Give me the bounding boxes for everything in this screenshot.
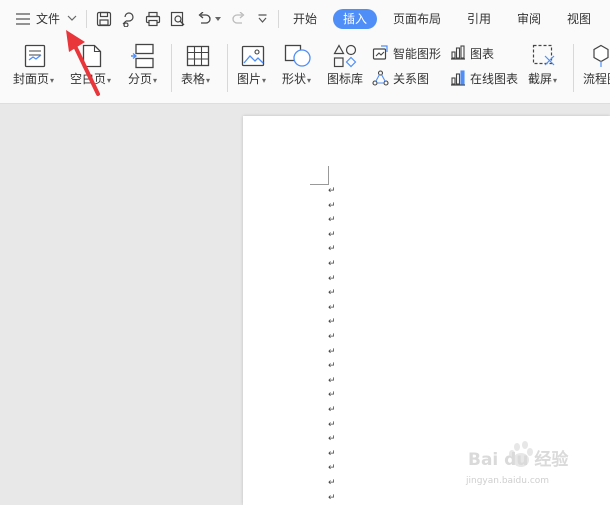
blank-page-dropdown-icon: ▾ — [107, 76, 112, 85]
export-icon[interactable] — [121, 11, 137, 27]
page-break-label: 分页 — [128, 72, 153, 86]
tab-start[interactable]: 开始 — [293, 12, 317, 26]
table-icon[interactable] — [186, 45, 210, 67]
cover-page-label: 封面页 — [13, 72, 50, 86]
watermark-brand: Bai du 经验 — [468, 450, 569, 470]
shape-button[interactable]: 形状▾ — [282, 72, 311, 88]
baidu-watermark: Bai du 经验 jingyan.baidu.com — [462, 436, 602, 496]
margin-corner-mark — [310, 166, 329, 185]
tab-page-layout[interactable]: 页面布局 — [393, 12, 441, 26]
table-button[interactable]: 表格▾ — [181, 72, 210, 88]
picture-button[interactable]: 图片▾ — [237, 72, 266, 88]
relation-chart-button[interactable]: 关系图 — [393, 72, 429, 86]
picture-icon[interactable] — [241, 45, 265, 67]
customize-toolbar-icon[interactable] — [258, 14, 267, 24]
paragraph-mark: ↵ — [328, 273, 336, 284]
page-break-dropdown-icon: ▾ — [153, 76, 158, 85]
screenshot-icon[interactable] — [532, 44, 556, 68]
watermark-url: jingyan.baidu.com — [466, 476, 550, 486]
page-break-icon[interactable] — [131, 43, 155, 69]
paragraph-mark: ↵ — [328, 346, 336, 357]
paragraph-mark: ↵ — [328, 448, 336, 459]
relation-chart-icon[interactable] — [372, 70, 389, 86]
tab-references[interactable]: 引用 — [467, 12, 491, 26]
cover-page-button[interactable]: 封面页▾ — [13, 72, 54, 88]
redo-icon[interactable] — [231, 12, 246, 26]
paragraph-mark: ↵ — [328, 419, 336, 430]
paragraph-mark: ↵ — [328, 186, 336, 196]
screenshot-button[interactable]: 截屏▾ — [528, 72, 557, 88]
paragraph-mark: ↵ — [328, 434, 336, 445]
paragraph-mark: ↵ — [328, 229, 336, 240]
undo-dropdown-icon[interactable] — [215, 17, 221, 21]
page-break-button[interactable]: 分页▾ — [128, 72, 157, 88]
print-icon[interactable] — [145, 11, 161, 27]
save-icon[interactable] — [96, 11, 112, 27]
shape-label: 形状 — [282, 72, 307, 86]
file-menu-label[interactable]: 文件 — [36, 12, 60, 26]
table-label: 表格 — [181, 72, 206, 86]
paragraph-mark: ↵ — [328, 361, 336, 372]
online-chart-icon[interactable] — [450, 70, 466, 86]
paragraph-mark: ↵ — [328, 332, 336, 342]
online-chart-button[interactable]: 在线图表 — [470, 72, 518, 86]
paragraph-mark: ↵ — [328, 302, 336, 313]
paragraph-mark: ↵ — [328, 463, 336, 474]
chart-button[interactable]: 图表 — [470, 47, 494, 61]
smart-art-button[interactable]: 智能图形 — [393, 47, 441, 61]
smart-art-icon[interactable] — [372, 45, 389, 61]
screenshot-label: 截屏 — [528, 72, 553, 86]
paragraph-mark: ↵ — [328, 317, 336, 328]
shape-icon[interactable] — [284, 44, 312, 68]
annotation-arrow-icon — [66, 30, 100, 96]
paragraph-mark: ↵ — [328, 259, 336, 269]
picture-label: 图片 — [237, 72, 262, 86]
icon-library-icon[interactable] — [333, 44, 357, 68]
paragraph-mark: ↵ — [328, 375, 336, 386]
paragraph-mark: ↵ — [328, 405, 336, 415]
paragraph-mark: ↵ — [328, 215, 336, 226]
print-preview-icon[interactable] — [170, 11, 186, 27]
flowchart-icon[interactable] — [592, 44, 610, 68]
chart-icon[interactable] — [450, 45, 466, 60]
shape-dropdown-icon: ▾ — [307, 76, 312, 85]
paragraph-mark: ↵ — [328, 390, 336, 401]
paragraph-mark: ↵ — [328, 288, 336, 299]
tab-view[interactable]: 视图 — [567, 12, 591, 26]
undo-icon[interactable] — [197, 12, 212, 26]
cover-page-icon[interactable] — [24, 44, 46, 68]
hamburger-menu-icon[interactable] — [16, 13, 30, 25]
cover-page-dropdown-icon: ▾ — [50, 76, 55, 85]
icon-library-button[interactable]: 图标库 — [327, 72, 363, 86]
paragraph-mark: ↵ — [328, 200, 336, 211]
picture-dropdown-icon: ▾ — [262, 76, 267, 85]
screenshot-dropdown-icon: ▾ — [553, 76, 558, 85]
tab-insert[interactable]: 插入 — [333, 9, 377, 29]
table-dropdown-icon: ▾ — [206, 76, 211, 85]
chevron-down-icon[interactable] — [67, 15, 77, 22]
paragraph-mark: ↵ — [328, 492, 336, 503]
flowchart-button[interactable]: 流程图 — [583, 72, 610, 86]
paragraph-mark: ↵ — [328, 478, 336, 488]
paragraph-mark: ↵ — [328, 244, 336, 255]
tab-review[interactable]: 审阅 — [517, 12, 541, 26]
